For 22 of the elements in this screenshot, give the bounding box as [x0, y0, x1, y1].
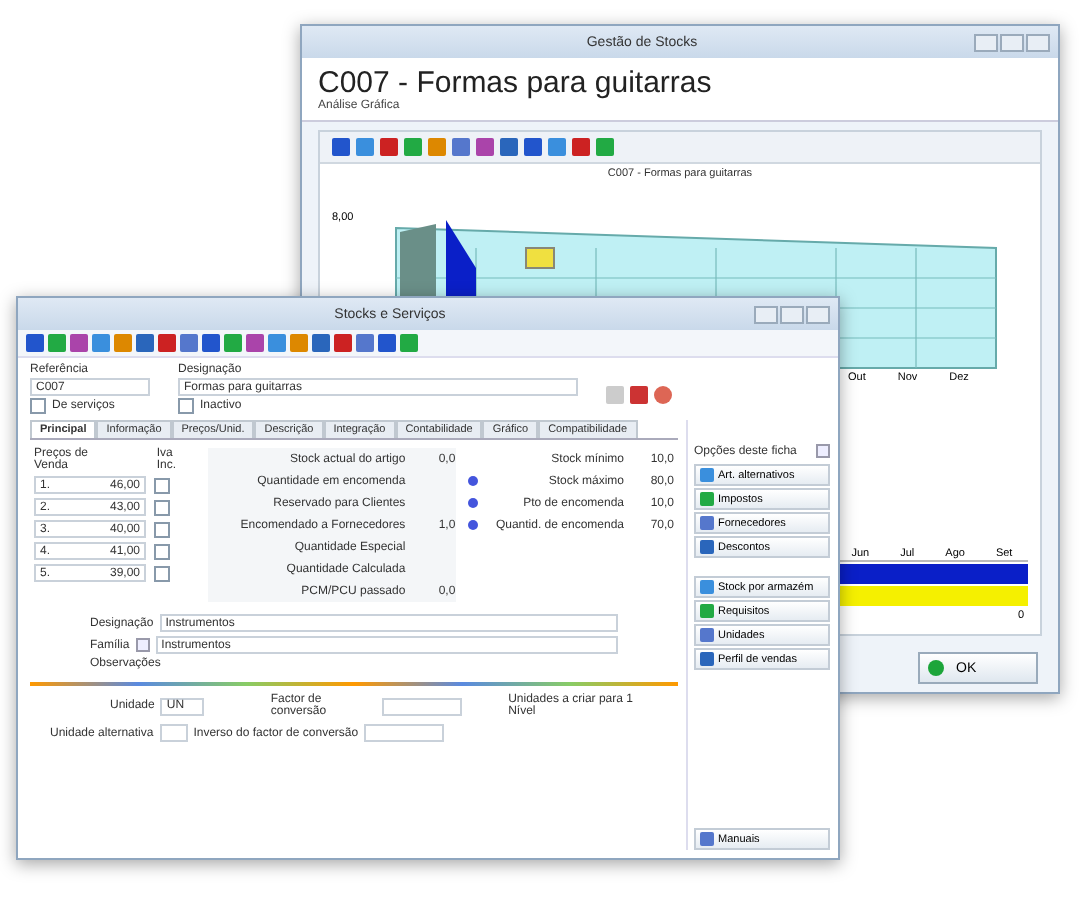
chart-bar	[525, 247, 555, 269]
checkbox[interactable]	[154, 477, 170, 493]
bullet-icon	[467, 476, 478, 486]
bullet-icon	[467, 498, 478, 508]
inverse-factor-field[interactable]	[364, 724, 445, 742]
close-icon[interactable]	[806, 305, 830, 323]
checkbox[interactable]	[154, 565, 170, 581]
alternative-unit-field[interactable]	[159, 724, 188, 742]
page-heading: C007 - Formas para guitarras	[318, 66, 714, 100]
checkbox[interactable]	[30, 398, 46, 414]
close-icon[interactable]	[1026, 33, 1050, 51]
minimize-icon[interactable]	[754, 305, 778, 323]
maximize-icon[interactable]	[780, 305, 804, 323]
checkbox[interactable]	[178, 398, 194, 414]
minimize-icon[interactable]	[974, 33, 998, 51]
factor-field[interactable]	[382, 697, 463, 715]
bullet-icon	[467, 520, 478, 530]
maximize-icon[interactable]	[1000, 33, 1024, 51]
checkbox[interactable]	[154, 499, 170, 515]
checkbox[interactable]	[154, 521, 170, 537]
option-icon	[700, 832, 714, 846]
checkbox[interactable]	[154, 543, 170, 559]
